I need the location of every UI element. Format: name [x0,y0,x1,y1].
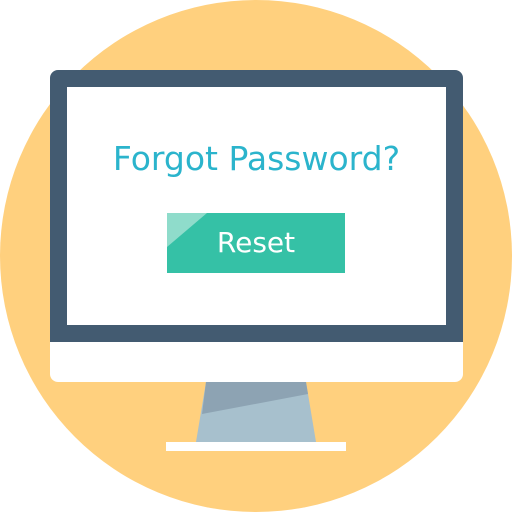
page-title: Forgot Password? [112,139,401,178]
monitor-screen: Forgot Password? Reset [67,87,446,325]
reset-button[interactable]: Reset [167,213,345,273]
illustration: Forgot Password? Reset [0,0,512,512]
monitor-chin [50,342,463,382]
reset-button-label: Reset [216,226,296,259]
